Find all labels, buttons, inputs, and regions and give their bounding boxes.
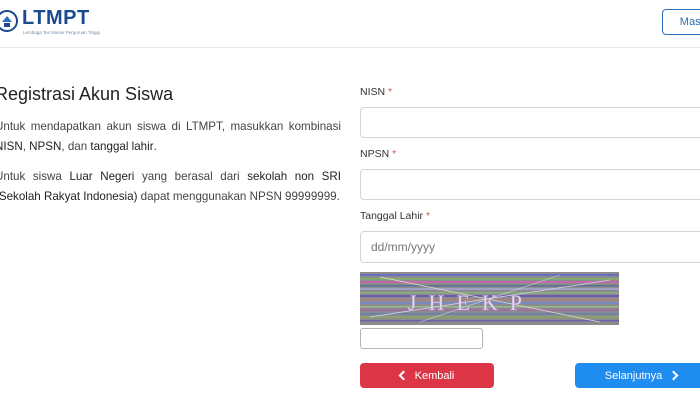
nisn-label-text: NISN bbox=[360, 86, 386, 98]
npsn-input[interactable] bbox=[360, 169, 700, 200]
required-mark: * bbox=[425, 210, 431, 222]
chevron-right-icon bbox=[668, 370, 679, 381]
nisn-group: NISN * bbox=[360, 86, 700, 138]
captcha-text: JHEKP bbox=[408, 290, 534, 315]
intro-text: , dan bbox=[61, 140, 91, 153]
birthdate-label: Tanggal Lahir * bbox=[360, 210, 700, 224]
intro-paragraph-1: Untuk mendapatkan akun siswa di LTMPT, m… bbox=[0, 117, 341, 157]
intro-text: dapat menggunakan NPSN 99999999. bbox=[137, 190, 340, 203]
nisn-input[interactable] bbox=[360, 107, 700, 138]
logo-subtitle: Lembaga Tes Masuk Perguruan Tinggi bbox=[23, 30, 100, 35]
logo-text: LTMPT bbox=[22, 7, 90, 29]
birthdate-input[interactable] bbox=[360, 231, 700, 263]
npsn-label-text: NPSN bbox=[360, 148, 390, 160]
npsn-group: NPSN * bbox=[360, 148, 700, 200]
chevron-left-icon bbox=[398, 370, 409, 381]
ltmpt-logo[interactable]: LTMPT Lembaga Tes Masuk Perguruan Tinggi bbox=[0, 7, 111, 38]
intro-text: Untuk siswa bbox=[0, 170, 70, 183]
intro-paragraph-2: Untuk siswa Luar Negeri yang berasal dar… bbox=[0, 167, 341, 207]
birthdate-label-text: Tanggal Lahir bbox=[360, 210, 424, 222]
ltmpt-emblem-icon bbox=[0, 10, 18, 32]
intro-emphasis: NPSN bbox=[29, 140, 62, 153]
intro-text: Untuk mendapatkan akun siswa di LTMPT, m… bbox=[0, 120, 341, 133]
captcha-input[interactable] bbox=[360, 328, 483, 349]
nisn-label: NISN * bbox=[360, 86, 700, 100]
npsn-label: NPSN * bbox=[360, 148, 700, 162]
back-button-label: Kembali bbox=[414, 369, 455, 382]
top-navbar: LTMPT Lembaga Tes Masuk Perguruan Tinggi… bbox=[0, 0, 700, 48]
birthdate-group: Tanggal Lahir * bbox=[360, 210, 700, 263]
required-mark: * bbox=[388, 86, 393, 98]
intro-emphasis: tanggal lahir bbox=[90, 140, 154, 153]
page-title: Registrasi Akun Siswa bbox=[0, 84, 174, 104]
intro-text: yang berasal dari bbox=[134, 170, 248, 183]
intro-emphasis: Luar Negeri bbox=[69, 170, 135, 183]
login-button[interactable]: Masuk bbox=[662, 9, 700, 35]
captcha-image: JHEKP bbox=[360, 272, 619, 325]
next-button-label: Selanjutnya bbox=[604, 369, 663, 382]
required-mark: * bbox=[392, 148, 397, 160]
intro-emphasis: NISN bbox=[0, 140, 23, 153]
intro-section: Registrasi Akun Siswa Untuk mendapatkan … bbox=[0, 84, 341, 217]
back-button[interactable]: Kembali bbox=[360, 363, 494, 388]
next-button[interactable]: Selanjutnya bbox=[575, 363, 700, 388]
intro-text: . bbox=[153, 140, 157, 153]
